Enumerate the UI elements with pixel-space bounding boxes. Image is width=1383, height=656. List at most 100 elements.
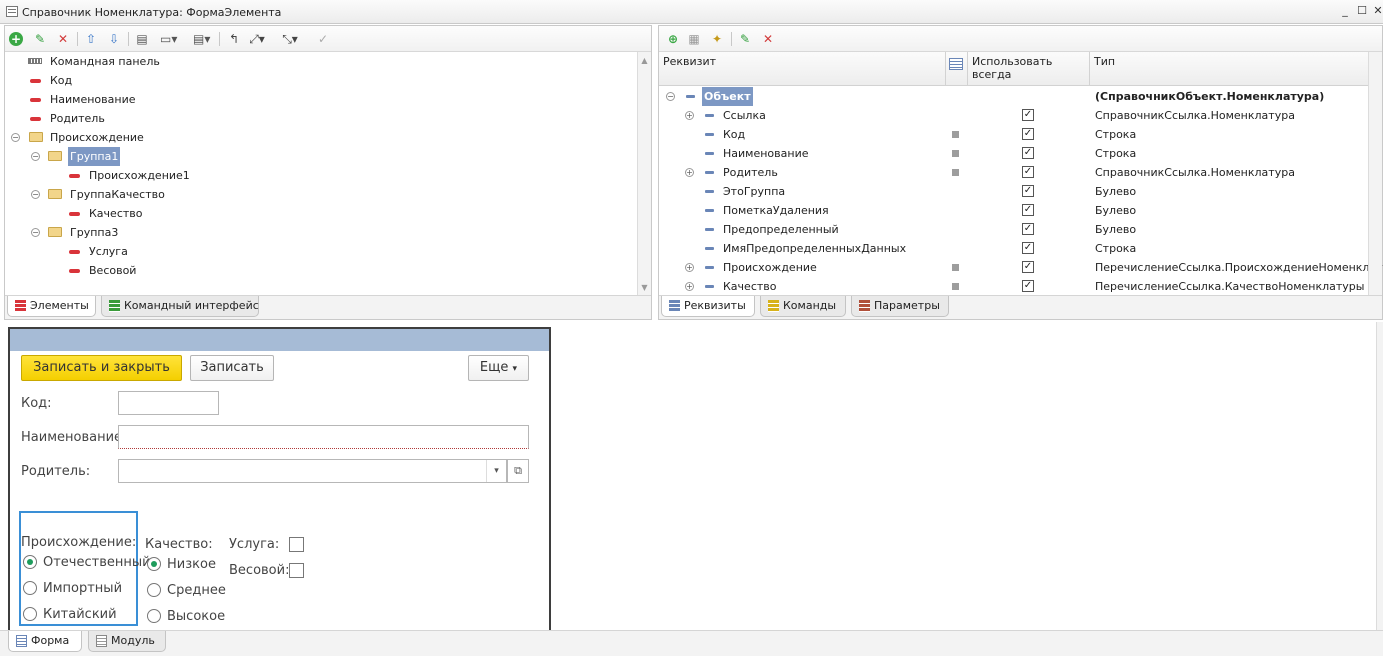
link-icon[interactable]: ↰ bbox=[226, 31, 242, 47]
open-button[interactable]: ⧉ bbox=[507, 459, 529, 483]
expand-icon[interactable]: + bbox=[685, 168, 694, 177]
scroll-up-icon[interactable]: ▲ bbox=[638, 56, 651, 65]
table-row[interactable]: + Родитель ✓ СправочникСсылка.Номенклату… bbox=[659, 163, 1368, 182]
resize-icon[interactable]: ⤢▾ bbox=[249, 31, 265, 47]
save-and-close-button[interactable]: Записать и закрыть bbox=[21, 355, 182, 381]
tab-attributes[interactable]: Реквизиты bbox=[661, 296, 755, 317]
save-button[interactable]: Записать bbox=[190, 355, 274, 381]
collapse-icon[interactable]: − bbox=[666, 92, 675, 101]
attribute-type: ПеречислениеСсылка.ПроисхождениеНоменкла… bbox=[1095, 261, 1383, 274]
add-icon[interactable]: + bbox=[9, 32, 23, 46]
expand-icon[interactable]: + bbox=[685, 282, 694, 291]
tab-command-interface[interactable]: Командный интерфейс bbox=[101, 296, 259, 317]
collapse-icon[interactable]: − bbox=[11, 133, 20, 142]
origin-radio-domestic[interactable] bbox=[23, 555, 37, 569]
column-header-use-always[interactable]: Использовать всегда bbox=[968, 52, 1090, 86]
table-row[interactable]: Код ✓ Строка bbox=[659, 125, 1368, 144]
table-row[interactable]: Наименование ✓ Строка bbox=[659, 144, 1368, 163]
elements-toolbar: + ✎ ✕ ⇧ ⇩ ▤ ▭▾ ▤▾ ↰ ⤢▾ ⤡▾ ✓ bbox=[5, 26, 651, 52]
attribute-type: Булево bbox=[1095, 185, 1137, 198]
use-always-checkbox[interactable]: ✓ bbox=[1022, 128, 1034, 140]
attribute-type: СправочникСсылка.Номенклатура bbox=[1095, 166, 1295, 179]
service-label: Услуга: bbox=[229, 537, 280, 552]
table-row[interactable]: + Ссылка ✓ СправочникСсылка.Номенклатура bbox=[659, 106, 1368, 125]
dropdown-button[interactable]: ▾ bbox=[486, 460, 506, 482]
table-row[interactable]: + Происхождение ✓ ПеречислениеСсылка.Про… bbox=[659, 258, 1383, 277]
tree-scrollbar[interactable]: ▲ ▼ bbox=[637, 52, 651, 296]
preview-scrollbar[interactable] bbox=[1376, 322, 1383, 630]
move-up-icon[interactable]: ⇧ bbox=[83, 31, 99, 47]
delete-icon[interactable]: ✕ bbox=[760, 31, 776, 47]
expand-icon[interactable]: + bbox=[685, 263, 694, 272]
add-table-icon[interactable]: ▦ bbox=[686, 31, 702, 47]
collapse-icon[interactable]: − bbox=[31, 190, 40, 199]
grid-scrollbar[interactable] bbox=[1368, 52, 1382, 295]
quality-radio-low[interactable] bbox=[147, 557, 161, 571]
delete-icon[interactable]: ✕ bbox=[55, 31, 71, 47]
attribute-type: ПеречислениеСсылка.КачествоНоменклатуры bbox=[1095, 280, 1365, 293]
table-row[interactable]: − Объект (СправочникОбъект.Номенклатура) bbox=[659, 87, 1368, 106]
tab-label: Командный интерфейс bbox=[124, 299, 259, 312]
attribute-type: Строка bbox=[1095, 242, 1137, 255]
use-always-checkbox[interactable]: ✓ bbox=[1022, 109, 1034, 121]
column-header-icon[interactable] bbox=[946, 52, 968, 86]
more-button[interactable]: Еще ▾ bbox=[468, 355, 529, 381]
tab-form[interactable]: Форма bbox=[8, 631, 82, 652]
add-column-icon[interactable]: ✦ bbox=[709, 31, 725, 47]
quality-radio-medium[interactable] bbox=[147, 583, 161, 597]
edit-pencil-icon[interactable]: ✎ bbox=[737, 31, 753, 47]
group-icon[interactable]: ▤▾ bbox=[193, 31, 210, 47]
use-always-checkbox[interactable]: ✓ bbox=[1022, 223, 1034, 235]
column-header-rekvizit[interactable]: Реквизит bbox=[659, 52, 946, 86]
scroll-down-icon[interactable]: ▼ bbox=[638, 283, 651, 292]
tab-parameters[interactable]: Параметры bbox=[851, 296, 949, 317]
tab-elements[interactable]: Элементы bbox=[7, 296, 96, 317]
code-input[interactable] bbox=[118, 391, 219, 415]
origin-radio-chinese[interactable] bbox=[23, 607, 37, 621]
service-checkbox[interactable] bbox=[289, 537, 304, 552]
use-always-checkbox[interactable]: ✓ bbox=[1022, 204, 1034, 216]
close-button[interactable]: ✕ bbox=[1371, 4, 1383, 18]
stretch-icon[interactable]: ⤡▾ bbox=[282, 31, 298, 47]
field-icon bbox=[30, 98, 41, 102]
table-row[interactable]: + Качество ✓ ПеречислениеСсылка.Качество… bbox=[659, 277, 1368, 296]
tab-label: Параметры bbox=[874, 299, 940, 312]
column-header-type[interactable]: Тип bbox=[1090, 52, 1368, 86]
edit-pencil-icon[interactable]: ✎ bbox=[32, 31, 48, 47]
parent-input[interactable]: ▾ bbox=[118, 459, 507, 483]
attributes-grid-header: Реквизит Использовать всегда Тип bbox=[659, 52, 1368, 86]
use-always-checkbox[interactable]: ✓ bbox=[1022, 166, 1034, 178]
expand-icon[interactable]: + bbox=[685, 111, 694, 120]
use-always-checkbox[interactable]: ✓ bbox=[1022, 261, 1034, 273]
tab-module[interactable]: Модуль bbox=[88, 631, 166, 652]
command-bar-icon[interactable]: ▤ bbox=[134, 31, 150, 47]
origin-option: Отечественный bbox=[43, 555, 151, 570]
tree-item-label: Весовой bbox=[89, 264, 137, 277]
use-always-checkbox[interactable]: ✓ bbox=[1022, 185, 1034, 197]
tab-label: Модуль bbox=[111, 634, 155, 647]
name-input[interactable] bbox=[118, 425, 529, 449]
maximize-button[interactable]: ☐ bbox=[1355, 4, 1369, 18]
table-row[interactable]: ПометкаУдаления ✓ Булево bbox=[659, 201, 1368, 220]
add-attribute-icon[interactable]: ⊕ bbox=[665, 31, 681, 47]
collapse-icon[interactable]: − bbox=[31, 152, 40, 161]
origin-radio-imported[interactable] bbox=[23, 581, 37, 595]
minimize-button[interactable]: _ bbox=[1338, 4, 1352, 18]
command-panel-icon bbox=[28, 58, 42, 64]
weighted-checkbox[interactable] bbox=[289, 563, 304, 578]
collapse-icon[interactable]: − bbox=[31, 228, 40, 237]
folder-icon bbox=[29, 132, 43, 142]
quality-radio-high[interactable] bbox=[147, 609, 161, 623]
layout-icon[interactable]: ▭▾ bbox=[160, 31, 177, 47]
table-row[interactable]: Предопределенный ✓ Булево bbox=[659, 220, 1368, 239]
use-always-checkbox[interactable]: ✓ bbox=[1022, 147, 1034, 159]
tab-commands[interactable]: Команды bbox=[760, 296, 846, 317]
check-icon[interactable]: ✓ bbox=[315, 31, 331, 47]
attribute-icon bbox=[705, 266, 714, 269]
use-always-checkbox[interactable]: ✓ bbox=[1022, 280, 1034, 292]
indexed-marker bbox=[952, 150, 959, 157]
table-row[interactable]: ЭтоГруппа ✓ Булево bbox=[659, 182, 1368, 201]
move-down-icon[interactable]: ⇩ bbox=[106, 31, 122, 47]
table-row[interactable]: ИмяПредопределенныхДанных ✓ Строка bbox=[659, 239, 1368, 258]
use-always-checkbox[interactable]: ✓ bbox=[1022, 242, 1034, 254]
